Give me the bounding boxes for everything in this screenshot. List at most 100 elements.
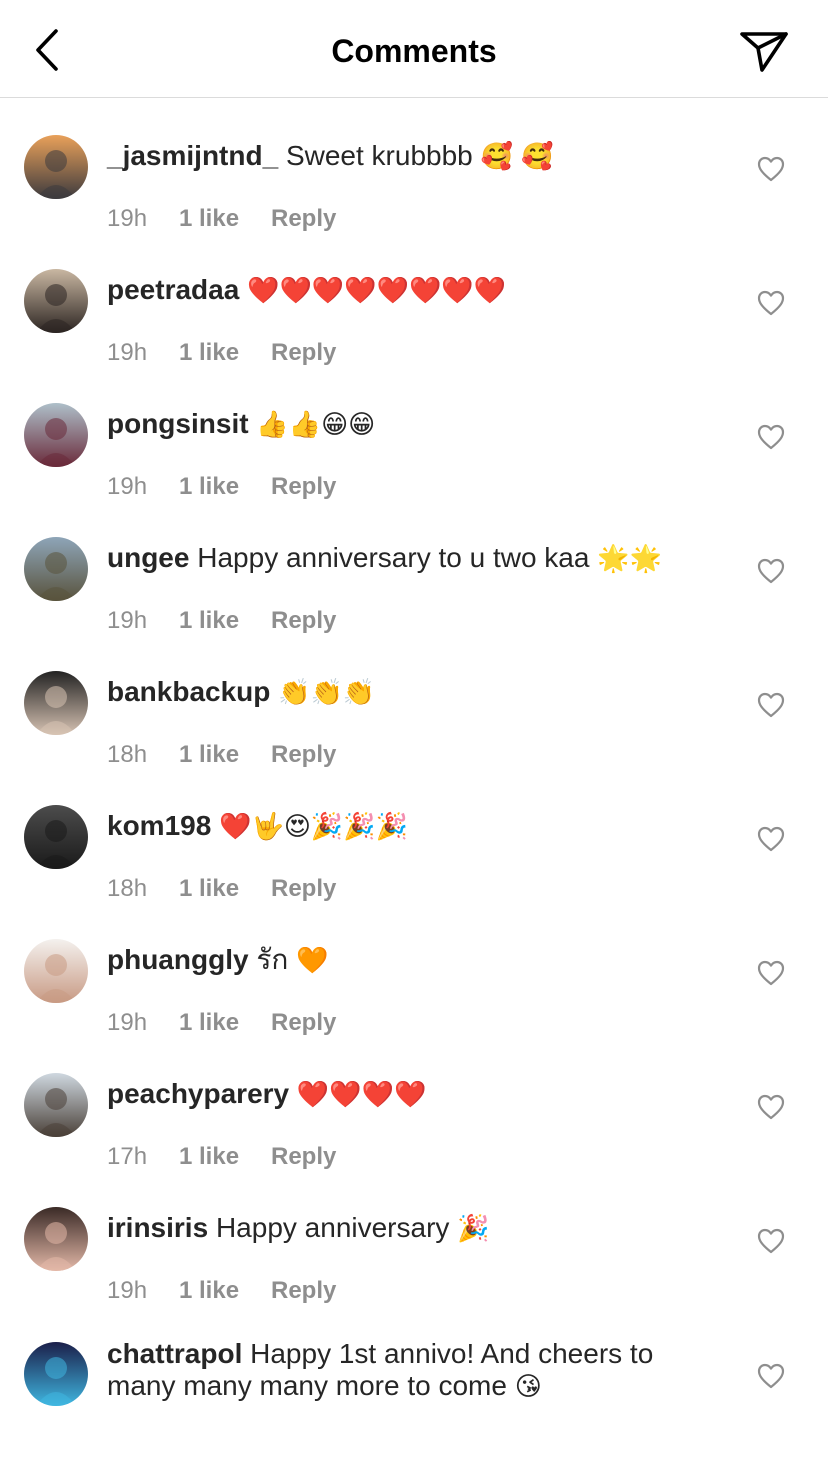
comment-time: 19h bbox=[107, 473, 148, 500]
comment-time: 19h bbox=[107, 1009, 148, 1036]
reply-button[interactable]: Reply bbox=[271, 1009, 336, 1036]
like-button[interactable] bbox=[757, 156, 785, 182]
comment-meta: 19h 1 like Reply bbox=[107, 1009, 336, 1037]
comment-likes[interactable]: 1 like bbox=[179, 741, 271, 769]
comment-text: bankbackup 👏👏👏 bbox=[107, 676, 718, 709]
share-button[interactable] bbox=[738, 28, 790, 76]
avatar[interactable] bbox=[24, 403, 88, 467]
avatar[interactable] bbox=[24, 537, 88, 601]
comment-time: 18h bbox=[107, 741, 148, 768]
comment-emoji: ❤️❤️❤️❤️ bbox=[296, 1080, 427, 1110]
comment-text: phuanggly รัก 🧡 bbox=[107, 944, 718, 977]
comment-text: pongsinsit 👍👍😁😁 bbox=[107, 408, 718, 441]
avatar[interactable] bbox=[24, 269, 88, 333]
comment-username[interactable]: irinsiris bbox=[107, 1212, 208, 1243]
reply-button[interactable]: Reply bbox=[271, 339, 336, 366]
like-button[interactable] bbox=[757, 424, 785, 450]
comment-username[interactable]: chattrapol bbox=[107, 1338, 242, 1369]
page-title: Comments bbox=[331, 33, 497, 69]
heart-icon bbox=[757, 558, 785, 584]
comment-emoji: ❤️❤️❤️❤️❤️❤️❤️❤️ bbox=[247, 276, 507, 306]
reply-button[interactable]: Reply bbox=[271, 205, 336, 232]
comment-username[interactable]: _jasmijntnd_ bbox=[107, 140, 278, 171]
comment-time: 19h bbox=[107, 1277, 148, 1304]
comment-username[interactable]: pongsinsit bbox=[107, 408, 249, 439]
comment-row: chattrapol Happy 1st annivo! And cheers … bbox=[0, 1328, 828, 1462]
like-button[interactable] bbox=[757, 290, 785, 316]
comment-emoji: 🌟🌟 bbox=[597, 544, 662, 574]
comment-emoji: ❤️🤟😍🎉🎉🎉 bbox=[219, 812, 409, 842]
comment-meta: 19h 1 like Reply bbox=[107, 473, 336, 501]
comment-likes[interactable]: 1 like bbox=[179, 607, 271, 635]
heart-icon bbox=[757, 826, 785, 852]
reply-button[interactable]: Reply bbox=[271, 607, 336, 634]
avatar[interactable] bbox=[24, 939, 88, 1003]
comment-likes[interactable]: 1 like bbox=[179, 205, 271, 233]
comment-username[interactable]: phuanggly bbox=[107, 944, 249, 975]
avatar[interactable] bbox=[24, 1207, 88, 1271]
heart-icon bbox=[757, 692, 785, 718]
avatar[interactable] bbox=[24, 1073, 88, 1137]
comment-username[interactable]: bankbackup bbox=[107, 676, 270, 707]
like-button[interactable] bbox=[757, 692, 785, 718]
comment-text: peachyparery ❤️❤️❤️❤️ bbox=[107, 1078, 718, 1111]
comment-meta: 18h 1 like Reply bbox=[107, 741, 336, 769]
comment-meta: 19h 1 like Reply bbox=[107, 1277, 336, 1305]
heart-icon bbox=[757, 960, 785, 986]
comment-likes[interactable]: 1 like bbox=[179, 1277, 271, 1305]
comment-emoji: 👍👍😁😁 bbox=[256, 410, 376, 440]
like-button[interactable] bbox=[757, 960, 785, 986]
reply-button[interactable]: Reply bbox=[271, 1143, 336, 1170]
comment-row: bankbackup 👏👏👏 18h 1 like Reply bbox=[0, 658, 828, 792]
heart-icon bbox=[757, 1228, 785, 1254]
heart-icon bbox=[757, 1363, 785, 1389]
comment-time: 19h bbox=[107, 205, 148, 232]
comment-likes[interactable]: 1 like bbox=[179, 1143, 271, 1171]
reply-button[interactable]: Reply bbox=[271, 741, 336, 768]
like-button[interactable] bbox=[757, 826, 785, 852]
comment-meta: 19h 1 like Reply bbox=[107, 205, 336, 233]
like-button[interactable] bbox=[757, 1094, 785, 1120]
heart-icon bbox=[757, 156, 785, 182]
comment-row: kom198 ❤️🤟😍🎉🎉🎉 18h 1 like Reply bbox=[0, 792, 828, 926]
comment-body: รัก bbox=[256, 944, 289, 975]
comment-meta: 18h 1 like Reply bbox=[107, 875, 336, 903]
comment-likes[interactable]: 1 like bbox=[179, 339, 271, 367]
like-button[interactable] bbox=[757, 1363, 785, 1389]
comment-username[interactable]: ungee bbox=[107, 542, 189, 573]
comment-username[interactable]: peachyparery bbox=[107, 1078, 289, 1109]
comment-row: ungee Happy anniversary to u two kaa 🌟🌟 1… bbox=[0, 524, 828, 658]
comment-text: kom198 ❤️🤟😍🎉🎉🎉 bbox=[107, 810, 718, 843]
comment-time: 19h bbox=[107, 339, 148, 366]
heart-icon bbox=[757, 1094, 785, 1120]
comment-likes[interactable]: 1 like bbox=[179, 1009, 271, 1037]
comment-body: Happy anniversary bbox=[215, 1212, 450, 1243]
reply-button[interactable]: Reply bbox=[271, 1277, 336, 1304]
comment-body: Sweet krubbbb bbox=[285, 140, 473, 171]
comment-meta: 17h 1 like Reply bbox=[107, 1143, 336, 1171]
comment-text: chattrapol Happy 1st annivo! And cheers … bbox=[107, 1338, 718, 1403]
heart-icon bbox=[757, 290, 785, 316]
avatar[interactable] bbox=[24, 805, 88, 869]
comment-time: 17h bbox=[107, 1143, 148, 1170]
comment-meta: 19h 1 like Reply bbox=[107, 339, 336, 367]
comment-likes[interactable]: 1 like bbox=[179, 875, 271, 903]
comment-username[interactable]: peetradaa bbox=[107, 274, 239, 305]
avatar[interactable] bbox=[24, 671, 88, 735]
comment-row: _jasmijntnd_ Sweet krubbbb 🥰 🥰 19h 1 like R… bbox=[0, 122, 828, 256]
like-button[interactable] bbox=[757, 558, 785, 584]
comment-text: peetradaa ❤️❤️❤️❤️❤️❤️❤️❤️ bbox=[107, 274, 718, 307]
avatar[interactable] bbox=[24, 1342, 88, 1406]
comment-username[interactable]: kom198 bbox=[107, 810, 211, 841]
send-icon bbox=[740, 32, 788, 72]
comment-body: Happy anniversary to u two kaa bbox=[197, 542, 590, 573]
reply-button[interactable]: Reply bbox=[271, 473, 336, 500]
reply-button[interactable]: Reply bbox=[271, 875, 336, 902]
comment-emoji: 🥰 🥰 bbox=[480, 142, 554, 172]
comment-emoji: 🧡 bbox=[296, 946, 329, 976]
like-button[interactable] bbox=[757, 1228, 785, 1254]
comment-likes[interactable]: 1 like bbox=[179, 473, 271, 501]
avatar[interactable] bbox=[24, 135, 88, 199]
comment-emoji: 🎉 bbox=[457, 1214, 490, 1244]
comment-time: 19h bbox=[107, 607, 148, 634]
